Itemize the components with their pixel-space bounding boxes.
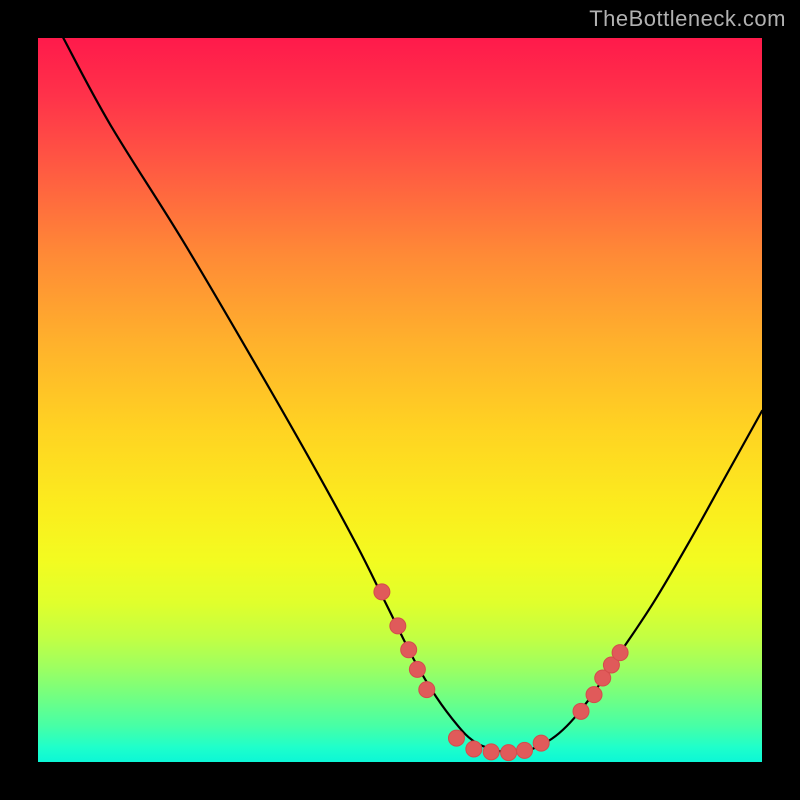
curve-marker — [419, 682, 435, 698]
curve-marker — [409, 661, 425, 677]
watermark-text: TheBottleneck.com — [589, 6, 786, 32]
curve-marker — [517, 742, 533, 758]
curve-marker — [573, 703, 589, 719]
curve-marker — [401, 642, 417, 658]
curve-marker — [374, 584, 390, 600]
curve-marker — [390, 618, 406, 634]
curve-marker — [533, 735, 549, 751]
curve-marker — [466, 741, 482, 757]
curve-marker — [612, 645, 628, 661]
curve-marker — [448, 730, 464, 746]
chart-frame: TheBottleneck.com — [0, 0, 800, 800]
curve-marker — [501, 745, 517, 761]
chart-svg-layer — [38, 38, 762, 762]
curve-markers — [374, 584, 628, 761]
curve-marker — [586, 687, 602, 703]
curve-marker — [483, 744, 499, 760]
